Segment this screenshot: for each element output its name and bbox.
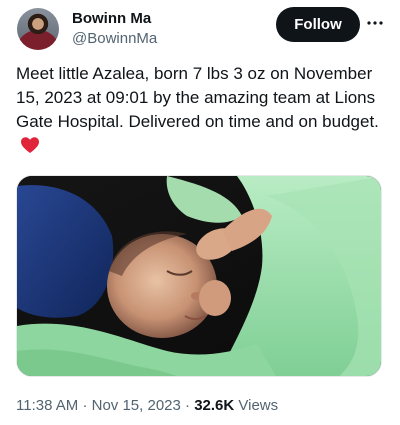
tweet-time[interactable]: 11:38 AM: [16, 397, 78, 414]
views-label: Views: [238, 397, 279, 414]
tweet-meta: 11:38 AM · Nov 15, 2023 · 32.6K Views: [16, 397, 278, 414]
tweet-body: Meet little Azalea, born 7 lbs 3 oz on N…: [16, 64, 379, 131]
follow-button[interactable]: Follow: [276, 7, 360, 42]
meta-separator: ·: [185, 397, 191, 414]
author-handle[interactable]: @BowinnMa: [72, 30, 157, 47]
tweet-header: Bowinn Ma @BowinnMa Follow: [16, 6, 386, 50]
red-heart-icon: [20, 136, 40, 161]
author-name[interactable]: Bowinn Ma: [72, 10, 151, 27]
tweet-date[interactable]: Nov 15, 2023: [92, 397, 181, 414]
tweet-photo[interactable]: [16, 175, 382, 377]
avatar[interactable]: [17, 8, 59, 50]
newborn-photo-image: [17, 176, 381, 376]
tweet-text: Meet little Azalea, born 7 lbs 3 oz on N…: [16, 62, 384, 161]
more-icon[interactable]: [364, 12, 386, 34]
meta-separator: ·: [82, 397, 88, 414]
views-count: 32.6K: [194, 397, 235, 414]
